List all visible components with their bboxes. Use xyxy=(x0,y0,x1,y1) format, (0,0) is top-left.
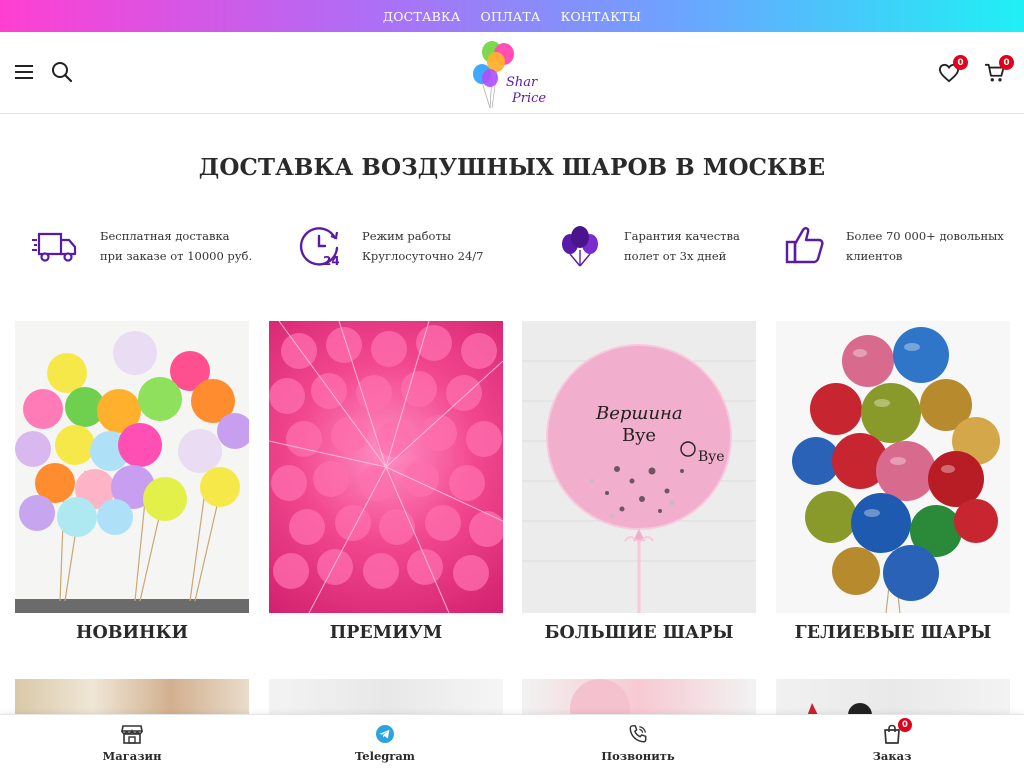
cart-count-badge: 0 xyxy=(999,55,1014,70)
feature-quality-guarantee: Гарантия качества полет от 3х дней xyxy=(556,218,740,274)
bottom-nav-label: Магазин xyxy=(102,749,162,763)
bottom-nav: Магазин Telegram Позвонить 0 Заказ xyxy=(0,714,1024,768)
feature-free-delivery: Бесплатная доставка при заказе от 10000 … xyxy=(30,218,252,274)
feature-subtitle: полет от 3х дней xyxy=(624,249,727,263)
delivery-truck-icon xyxy=(30,221,80,271)
nav-link-delivery[interactable]: ДОСТАВКА xyxy=(383,9,461,24)
feature-subtitle: при заказе от 10000 руб. xyxy=(100,249,253,263)
category-card-premium[interactable]: ПРЕМИУМ xyxy=(269,321,503,643)
top-bar: ДОСТАВКА ОПЛАТА КОНТАКТЫ xyxy=(0,0,1024,32)
bottom-nav-telegram[interactable]: Telegram xyxy=(325,723,445,763)
category-card-peek-1[interactable] xyxy=(15,679,249,719)
category-image-new[interactable] xyxy=(15,321,249,613)
balloon-text-2: Bye xyxy=(622,425,656,446)
bottom-nav-label: Telegram xyxy=(355,749,415,763)
bottom-nav-call[interactable]: Позвонить xyxy=(578,723,698,763)
category-image-premium[interactable] xyxy=(269,321,503,613)
bottom-nav-shop[interactable]: Магазин xyxy=(72,723,192,763)
store-icon xyxy=(72,723,192,745)
bottom-nav-label: Заказ xyxy=(872,749,912,763)
category-card-new[interactable]: НОВИНКИ xyxy=(15,321,249,643)
wishlist-count-badge: 0 xyxy=(953,55,968,70)
feature-title: Бесплатная доставка xyxy=(100,229,230,243)
feature-subtitle: Круглосуточно 24/7 xyxy=(362,249,484,263)
site-logo[interactable]: Shar Price xyxy=(468,36,558,110)
shopping-bag-icon: 0 xyxy=(832,718,952,745)
feature-working-hours: 24 Режим работы Круглосуточно 24/7 xyxy=(296,218,483,274)
category-label[interactable]: ПРЕМИУМ xyxy=(269,623,503,643)
phone-icon xyxy=(578,723,698,745)
telegram-icon xyxy=(325,723,445,745)
category-card-helium-balloons[interactable]: ГЕЛИЕВЫЕ ШАРЫ xyxy=(776,321,1010,643)
category-image-helium-balloons[interactable] xyxy=(776,321,1010,613)
feature-happy-clients: Более 70 000+ довольных клиентов xyxy=(780,218,1004,274)
feature-title: Более 70 000+ довольных xyxy=(846,229,1004,243)
cart-button[interactable]: 0 xyxy=(982,55,1014,86)
feature-title: Режим работы xyxy=(362,229,451,243)
wishlist-button[interactable]: 0 xyxy=(936,55,968,86)
category-card-big-balloons[interactable]: Вершина Bye Bye БОЛЬШИЕ ШАРЫ xyxy=(522,321,756,643)
category-label[interactable]: НОВИНКИ xyxy=(15,623,249,643)
category-label[interactable]: ГЕЛИЕВЫЕ ШАРЫ xyxy=(776,623,1010,643)
feature-subtitle: клиентов xyxy=(846,249,903,263)
logo-text-price: Price xyxy=(511,91,546,106)
category-card-peek-4[interactable] xyxy=(776,679,1010,719)
svg-text:24: 24 xyxy=(323,254,340,268)
category-card-peek-2[interactable] xyxy=(269,679,503,719)
menu-icon[interactable] xyxy=(12,60,36,84)
balloon-text-3: Bye xyxy=(698,449,724,465)
nav-link-contacts[interactable]: КОНТАКТЫ xyxy=(561,9,642,24)
clock-24-icon: 24 xyxy=(296,221,346,271)
page-title: ДОСТАВКА ВОЗДУШНЫХ ШАРОВ В МОСКВЕ xyxy=(198,154,826,181)
balloon-text-1: Вершина xyxy=(595,403,683,424)
nav-link-payment[interactable]: ОПЛАТА xyxy=(481,9,541,24)
category-label[interactable]: БОЛЬШИЕ ШАРЫ xyxy=(522,623,756,643)
bottom-nav-order[interactable]: 0 Заказ xyxy=(832,718,952,763)
logo-text-shar: Shar xyxy=(506,75,538,90)
order-count-badge: 0 xyxy=(898,718,912,732)
site-header: Shar Price 0 0 xyxy=(0,32,1024,114)
search-icon[interactable] xyxy=(50,60,74,84)
thumbs-up-icon xyxy=(780,221,830,271)
bottom-nav-label: Позвонить xyxy=(601,749,675,763)
feature-title: Гарантия качества xyxy=(624,229,740,243)
balloons-icon xyxy=(556,221,606,271)
category-card-peek-3[interactable] xyxy=(522,679,756,719)
category-image-big-balloons[interactable]: Вершина Bye Bye xyxy=(522,321,756,613)
